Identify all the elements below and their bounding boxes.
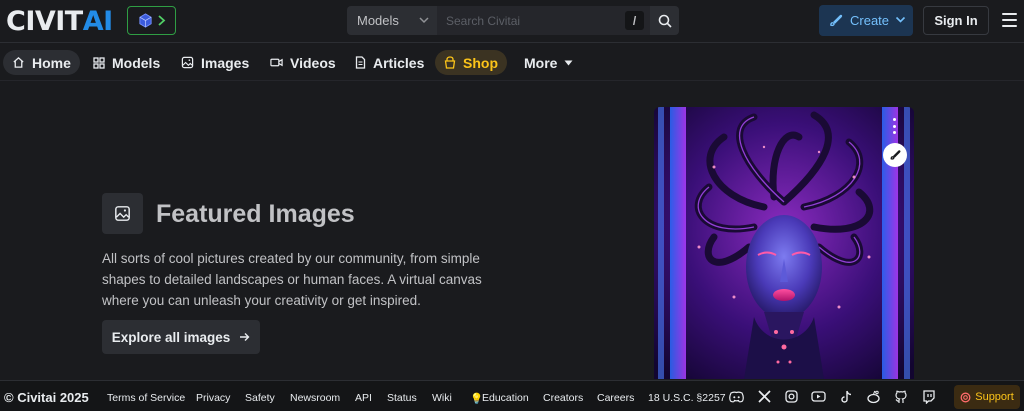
tiktok-icon[interactable] — [839, 389, 854, 404]
chevron-down-icon — [419, 17, 429, 24]
featured-images-icon-box — [102, 193, 143, 234]
remix-button[interactable] — [883, 143, 907, 167]
search-input[interactable]: Search Civitai / — [437, 6, 650, 35]
nav-videos-label: Videos — [290, 54, 336, 71]
nav-home[interactable]: Home — [3, 50, 80, 75]
nav-videos[interactable]: Videos — [261, 50, 345, 75]
footer-link-safety[interactable]: Safety — [245, 392, 275, 404]
nav-shop-label: Shop — [463, 54, 498, 71]
footer-link-wiki[interactable]: Wiki — [432, 392, 452, 404]
twitch-icon[interactable] — [921, 389, 936, 404]
arrow-right-icon — [240, 333, 250, 341]
youtube-icon[interactable] — [811, 389, 826, 404]
create-button[interactable]: Create — [819, 5, 913, 36]
brush-icon — [890, 150, 901, 160]
explore-label: Explore all images — [111, 329, 231, 345]
nav-more-label: More — [524, 54, 558, 71]
photo-icon — [115, 206, 130, 221]
brush-icon — [830, 14, 843, 27]
search-type-select[interactable]: Models — [347, 6, 437, 35]
support-label: Support — [975, 391, 1014, 403]
nav-shop[interactable]: Shop — [435, 50, 507, 75]
reddit-icon[interactable] — [866, 389, 881, 404]
nav-more[interactable]: More — [515, 50, 582, 75]
sign-in-label: Sign In — [934, 13, 978, 28]
support-button[interactable]: Support — [954, 385, 1020, 409]
card-options-menu[interactable] — [892, 118, 896, 134]
search-shortcut-key: / — [625, 11, 644, 30]
footer-link-terms[interactable]: Terms of Service — [107, 392, 185, 404]
x-icon[interactable] — [757, 389, 772, 404]
section-description: All sorts of cool pictures created by ou… — [102, 251, 482, 308]
sign-in-button[interactable]: Sign In — [923, 6, 989, 35]
chevron-down-icon — [895, 16, 906, 23]
nav-articles[interactable]: Articles — [346, 50, 433, 75]
cube-icon — [138, 13, 152, 28]
search-bar: Models Search Civitai / — [347, 6, 679, 35]
membership-badge-button[interactable] — [127, 6, 176, 35]
footer-link-creators[interactable]: Creators — [543, 392, 583, 404]
civitai-logo[interactable]: CIVIT AI — [6, 6, 113, 37]
logo-text: CIVIT — [6, 5, 83, 37]
home-icon — [13, 56, 24, 68]
nav-articles-label: Articles — [373, 54, 425, 71]
top-header: CIVIT AI Models Search Civitai / Create S… — [0, 0, 1024, 43]
github-icon[interactable] — [893, 389, 908, 404]
logo-text-accent: AI — [82, 5, 113, 37]
footer-link-api[interactable]: API — [355, 392, 372, 404]
main-nav: Home Models Images Videos Articles Shop … — [0, 44, 1024, 81]
footer-link-careers[interactable]: Careers — [597, 392, 634, 404]
grid-icon — [93, 56, 105, 69]
photo-icon — [181, 56, 194, 69]
featured-image — [654, 107, 914, 379]
nav-home-label: Home — [32, 54, 71, 71]
nav-models[interactable]: Models — [84, 50, 169, 75]
explore-all-images-button[interactable]: Explore all images — [102, 320, 260, 354]
caret-down-icon — [564, 60, 573, 65]
search-type-value: Models — [357, 13, 399, 28]
lifebuoy-icon — [960, 392, 971, 402]
discord-icon[interactable] — [729, 389, 744, 404]
footer: © Civitai 2025 Terms of Service Privacy … — [0, 380, 1024, 411]
chevron-right-icon — [157, 15, 165, 26]
search-icon — [658, 14, 672, 28]
main-content: Featured Images All sorts of cool pictur… — [0, 81, 1024, 379]
instagram-icon[interactable] — [784, 389, 799, 404]
footer-link-2257[interactable]: 18 U.S.C. §2257 — [648, 392, 726, 404]
article-icon — [355, 56, 366, 69]
create-label: Create — [850, 13, 890, 28]
menu-icon[interactable] — [1002, 13, 1017, 27]
footer-link-privacy[interactable]: Privacy — [196, 392, 230, 404]
video-icon — [270, 58, 283, 67]
nav-images-label: Images — [201, 54, 250, 71]
search-placeholder: Search Civitai — [446, 13, 521, 28]
footer-link-education[interactable]: Education — [482, 392, 529, 404]
copyright: © Civitai 2025 — [4, 390, 89, 405]
nav-models-label: Models — [112, 54, 161, 71]
featured-image-card[interactable] — [654, 107, 914, 379]
nav-images[interactable]: Images — [172, 50, 258, 75]
footer-link-status[interactable]: Status — [387, 392, 417, 404]
section-title: Featured Images — [156, 200, 355, 228]
footer-link-newsroom[interactable]: Newsroom — [290, 392, 340, 404]
search-button[interactable] — [650, 6, 679, 35]
basket-icon — [444, 56, 456, 69]
